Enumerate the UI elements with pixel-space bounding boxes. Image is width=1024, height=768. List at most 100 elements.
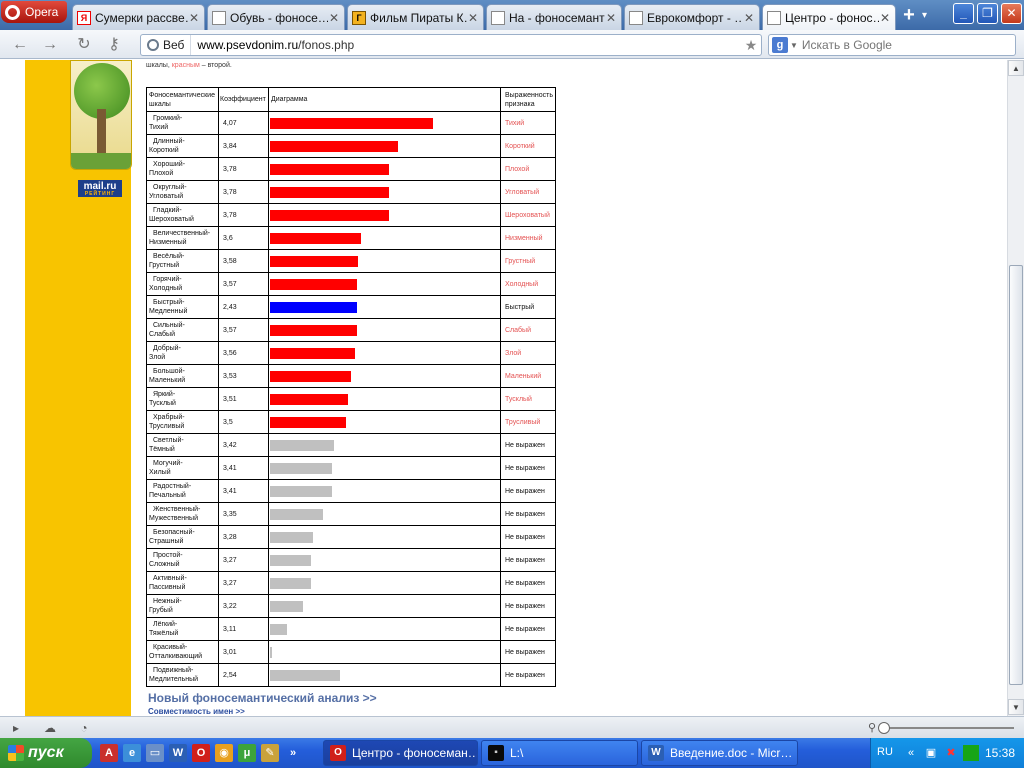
- tab-list-icon[interactable]: ▾: [922, 6, 936, 26]
- scale-name-cell: Простой- Сложный: [146, 548, 219, 572]
- diagram-cell: [268, 617, 501, 641]
- close-window-button[interactable]: ✕: [1001, 3, 1022, 24]
- close-tab-icon[interactable]: ✕: [328, 11, 340, 25]
- scale-name-cell: Горячий- Холодный: [146, 272, 219, 296]
- opera-quick-icon[interactable]: O: [192, 744, 210, 762]
- search-engine-dropdown-icon[interactable]: ▼: [790, 41, 798, 50]
- close-tab-icon[interactable]: ✕: [879, 11, 891, 25]
- scale-first-word: Длинный-: [153, 138, 185, 145]
- zoom-track[interactable]: [886, 727, 1014, 729]
- zoom-lens-icon: ⚲: [868, 722, 877, 734]
- scale-name-cell: Храбрый- Трусливый: [146, 410, 219, 434]
- tab-6[interactable]: Центро - фонос… ✕: [762, 4, 896, 30]
- table-row: Активный- Пассивный 3,27 Не выражен: [146, 571, 557, 595]
- tab-1[interactable]: Я Сумерки рассве… ✕: [72, 4, 205, 30]
- web-mode-badge[interactable]: Веб: [141, 35, 192, 55]
- forward-arrow-icon[interactable]: →: [40, 35, 60, 55]
- tools-icon[interactable]: ✎: [261, 744, 279, 762]
- antivirus-icon[interactable]: ✖: [943, 745, 959, 761]
- cloud-icon[interactable]: ☁: [42, 720, 58, 736]
- tab-2[interactable]: Обувь - фоносе… ✕: [207, 4, 345, 30]
- new-analysis-link[interactable]: Новый фоносемантический анализ >>: [148, 691, 377, 705]
- url-text[interactable]: www.psevdonim.ru/fonos.php: [191, 38, 741, 52]
- ie-icon[interactable]: e: [123, 744, 141, 762]
- more-quicklaunch-icon[interactable]: »: [284, 744, 302, 762]
- page-icon: [629, 10, 643, 25]
- scale-second-word: Мужественный: [149, 515, 198, 522]
- result-cell: Не выражен: [499, 571, 557, 595]
- scale-first-word: Добрый-: [153, 345, 181, 352]
- scale-second-word: Печальный: [149, 492, 186, 499]
- scale-name-cell: Светлый- Тёмный: [146, 433, 219, 457]
- zoom-slider[interactable]: ⚲: [868, 721, 1018, 735]
- scale-first-word: Нежный-: [153, 598, 182, 605]
- start-button[interactable]: пуск: [0, 738, 92, 768]
- tab-3[interactable]: Г Фильм Пираты К… ✕: [347, 4, 484, 30]
- back-arrow-icon[interactable]: ←: [10, 35, 30, 55]
- minimize-button[interactable]: _: [953, 3, 974, 24]
- diagram-cell: [268, 249, 501, 273]
- search-box[interactable]: g ▼: [768, 34, 1016, 56]
- scale-second-word: Тяжёлый: [149, 630, 179, 637]
- task-word[interactable]: W Введение.doc - Micr…: [641, 740, 798, 766]
- scroll-up-icon[interactable]: ▲: [1008, 60, 1024, 76]
- scale-first-word: Радостный-: [153, 483, 192, 490]
- close-tab-icon[interactable]: ✕: [605, 11, 617, 25]
- close-tab-icon[interactable]: ✕: [467, 11, 479, 25]
- scale-name-cell: Длинный- Короткий: [146, 134, 219, 158]
- table-row: Подвижный- Медлительный 2,54 Не выражен: [146, 663, 557, 687]
- address-field[interactable]: Веб www.psevdonim.ru/fonos.php ★: [140, 34, 762, 56]
- coefficient-cell: 3,28: [218, 525, 269, 549]
- tray-expand-icon[interactable]: «: [903, 745, 919, 761]
- scroll-down-icon[interactable]: ▼: [1008, 699, 1024, 715]
- scale-second-word: Хилый: [149, 469, 171, 476]
- scale-second-word: Пассивный: [149, 584, 186, 591]
- diagram-cell: [268, 111, 501, 135]
- scale-name-cell: Гладкий- Шероховатый: [146, 203, 219, 227]
- key-icon[interactable]: ⚷: [104, 35, 124, 55]
- mailru-logo-sub: РЕЙТИНГ: [84, 191, 116, 197]
- tab-5[interactable]: Еврокомфорт - … ✕: [624, 4, 760, 30]
- close-tab-icon[interactable]: ✕: [188, 11, 200, 25]
- intro-red-word: красным: [171, 62, 200, 69]
- restore-button[interactable]: ❐: [977, 3, 998, 24]
- media-icon[interactable]: ◉: [215, 744, 233, 762]
- reload-icon[interactable]: ↻: [74, 35, 94, 55]
- zoom-knob[interactable]: [878, 722, 890, 734]
- search-input[interactable]: [801, 38, 1002, 52]
- scale-second-word: Трусливый: [149, 423, 185, 430]
- acrobat-icon[interactable]: A: [100, 744, 118, 762]
- utorrent-icon[interactable]: μ: [238, 744, 256, 762]
- tray-green-icon[interactable]: [963, 745, 979, 761]
- language-indicator[interactable]: RU: [877, 746, 893, 758]
- opera-menu-label: Opera: [25, 5, 59, 19]
- network-icon[interactable]: ▣: [923, 745, 939, 761]
- close-tab-icon[interactable]: ✕: [743, 11, 755, 25]
- table-row: Длинный- Короткий 3,84 Короткий: [146, 134, 557, 158]
- name-compat-link[interactable]: Совместимость имен >>: [148, 707, 245, 716]
- diagram-cell: [268, 548, 501, 572]
- bookmark-star-icon[interactable]: ★: [741, 37, 761, 54]
- panel-toggle-icon[interactable]: ▸: [8, 720, 24, 736]
- scale-second-word: Шероховатый: [149, 216, 194, 223]
- table-row: Гладкий- Шероховатый 3,78 Шероховатый: [146, 203, 557, 227]
- mailru-rating-logo[interactable]: mail.ru РЕЙТИНГ: [78, 180, 122, 197]
- google-icon[interactable]: g: [772, 37, 788, 53]
- header-chart: Диаграмма: [268, 87, 501, 112]
- diagram-bar: [270, 371, 351, 382]
- scroll-thumb[interactable]: [1009, 265, 1023, 685]
- vertical-scrollbar[interactable]: ▲ ▼: [1007, 60, 1024, 716]
- word-icon[interactable]: W: [169, 744, 187, 762]
- opera-menu-button[interactable]: Opera: [1, 1, 67, 23]
- scale-first-word: Большой-: [153, 368, 185, 375]
- speed-dial-icon[interactable]: ◔: [76, 720, 92, 736]
- scale-second-word: Сложный: [149, 561, 180, 568]
- desktop-icon[interactable]: ▭: [146, 744, 164, 762]
- task-opera[interactable]: O Центро - фоносеман…: [323, 740, 478, 766]
- new-tab-button[interactable]: +: [898, 5, 920, 26]
- intro-text-part: шкалы,: [146, 62, 172, 69]
- task-explorer[interactable]: ▪ L:\: [481, 740, 638, 766]
- windows-flag-icon: [8, 745, 24, 761]
- scale-second-word: Слабый: [149, 331, 175, 338]
- tab-4[interactable]: На - фоносемант…✕: [486, 4, 622, 30]
